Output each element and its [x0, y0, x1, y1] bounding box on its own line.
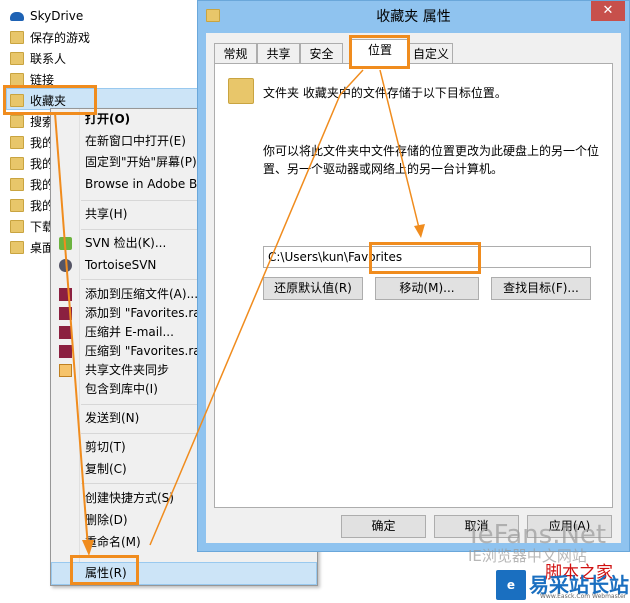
arrow-line	[149, 69, 364, 546]
highlight-move-button	[369, 242, 481, 274]
highlight-location-tab	[349, 35, 410, 69]
watermark-easck-sub: Www.Easck.Com Webmaster	[540, 593, 627, 600]
arrow-head	[82, 540, 94, 556]
easck-logo-icon: e	[496, 570, 526, 600]
arrow-line	[54, 112, 89, 549]
arrow-line	[379, 69, 421, 233]
arrow-head	[414, 224, 425, 238]
highlight-favorites	[3, 85, 97, 115]
highlight-properties	[70, 555, 139, 585]
